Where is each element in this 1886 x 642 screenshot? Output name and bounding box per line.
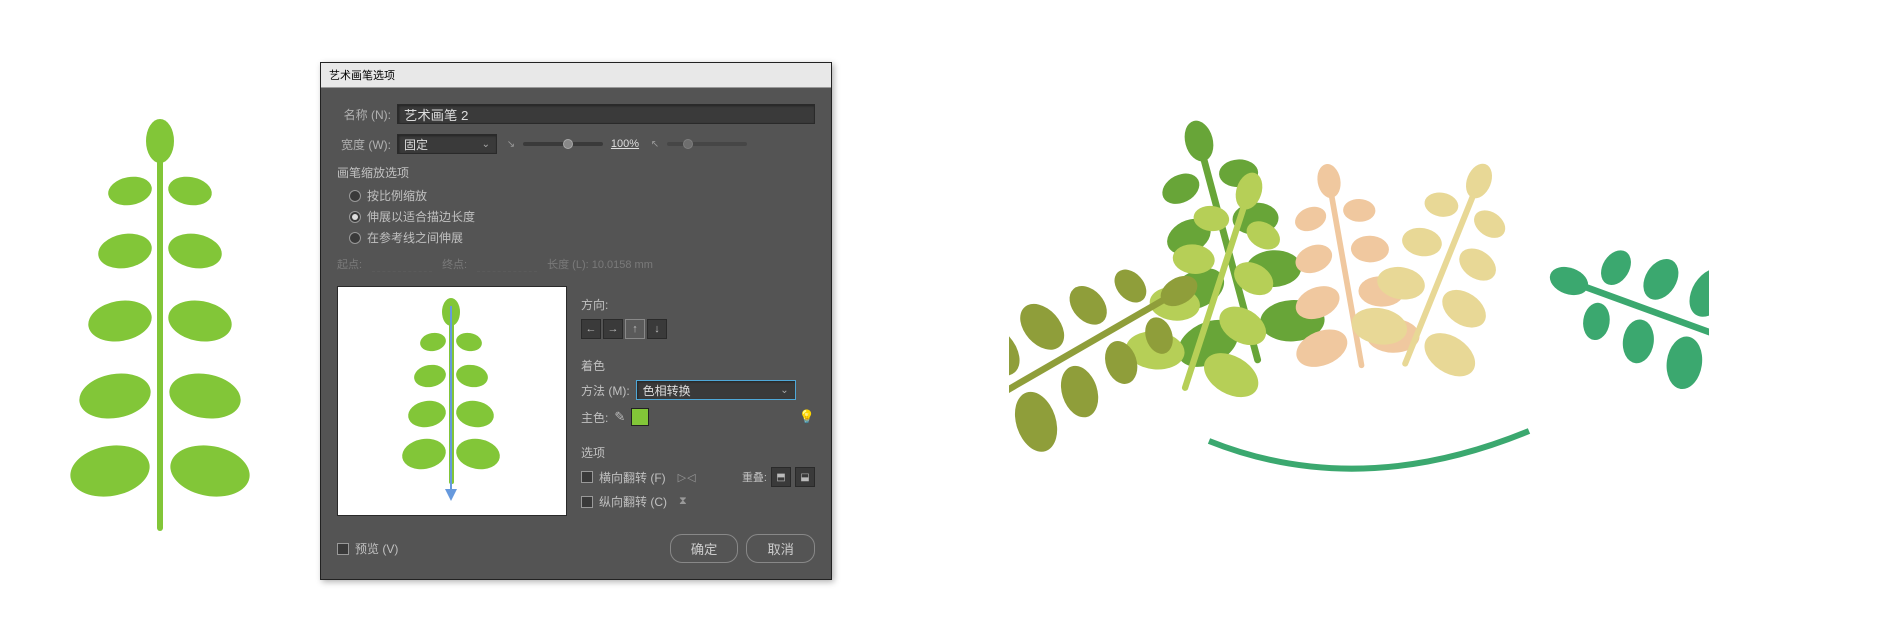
width-mode-value: 固定 [404,136,428,153]
radio-icon [349,232,361,244]
key-color-swatch[interactable] [631,408,649,426]
name-label: 名称 (N): [337,106,391,123]
direction-down-button[interactable]: ↓ [647,319,667,339]
overlap-mode-1-button[interactable]: ⬒ [771,467,791,487]
scale-proportional-radio[interactable]: 按比例缩放 [349,187,815,204]
radio-icon [349,211,361,223]
brush-preview [337,286,567,516]
direction-left-button[interactable]: ← [581,319,601,339]
guides-row-disabled: 起点: 终点: 长度 (L): 10.0158 mm [337,256,815,272]
flip-along-label: 横向翻转 (F) [599,469,666,486]
width-slider-1[interactable] [523,142,603,146]
right-plants-illustration [832,71,1886,571]
options-label: 选项 [581,444,815,461]
width-mode-dropdown[interactable]: 固定 [397,134,497,154]
scale-option3-label: 在参考线之间伸展 [367,229,463,246]
left-plant-illustration [0,111,320,531]
start-label: 起点: [337,256,362,272]
cancel-button[interactable]: 取消 [746,534,815,563]
scale-option1-label: 按比例缩放 [367,187,427,204]
plant-svg [70,111,250,531]
width-label: 宽度 (W): [337,136,391,153]
preview-label: 预览 (V) [355,540,398,557]
end-label: 终点: [442,256,467,272]
method-label: 方法 (M): [581,382,630,399]
overlap-mode-2-button[interactable]: ⬓ [795,467,815,487]
scale-option2-label: 伸展以适合描边长度 [367,208,475,225]
preview-checkbox[interactable] [337,543,349,555]
art-brush-options-dialog: 艺术画笔选项 名称 (N): 宽度 (W): 固定 ↘ 100% ↖ 画笔缩放选… [320,62,832,580]
scale-between-guides-radio[interactable]: 在参考线之间伸展 [349,229,815,246]
scale-section-title: 画笔缩放选项 [337,164,815,181]
width-value[interactable]: 100% [607,138,643,150]
flip-across-icon: ⧗ [679,495,688,508]
name-input[interactable] [397,104,815,124]
wreath-svg [1009,71,1709,571]
method-value: 色相转换 [643,382,691,399]
direction-right-button[interactable]: → [603,319,623,339]
key-color-label: 主色: [581,409,608,426]
colorization-label: 着色 [581,357,815,374]
colorization-method-dropdown[interactable]: 色相转换 [636,380,796,400]
tip-icon[interactable]: 💡 [799,409,815,425]
direction-label: 方向: [581,296,815,313]
scale-stretch-radio[interactable]: 伸展以适合描边长度 [349,208,815,225]
length-label: 长度 (L): 10.0158 mm [547,256,653,272]
slider-left-icon: ↘ [503,139,519,150]
flip-along-icon: ▷◁ [678,471,697,484]
flip-across-checkbox[interactable] [581,496,593,508]
direction-up-button[interactable]: ↑ [625,319,645,339]
radio-icon [349,190,361,202]
overlap-label: 重叠: [742,469,767,485]
width-slider-2 [667,142,747,146]
flip-across-label: 纵向翻转 (C) [599,493,667,510]
slider-right-icon: ↖ [647,139,663,150]
flip-along-checkbox[interactable] [581,471,593,483]
dialog-titlebar: 艺术画笔选项 [321,63,831,88]
eyedropper-icon[interactable]: ✎ [614,409,625,425]
ok-button[interactable]: 确定 [670,534,739,563]
